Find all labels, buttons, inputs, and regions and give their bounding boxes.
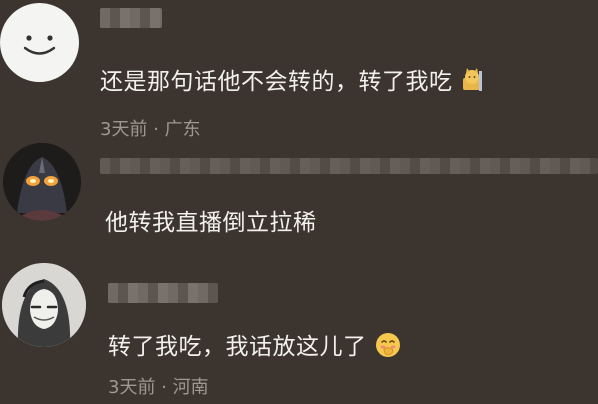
comment-location: 河南 (172, 377, 209, 398)
comment-text-content: 他转我直播倒立拉稀 (105, 210, 317, 236)
hand-over-mouth-emoji-icon (375, 332, 401, 364)
meta-separator: · (153, 119, 159, 140)
comment-text: 还是那句话他不会转的，转了我吃 (100, 62, 483, 98)
comment-location: 广东 (164, 119, 201, 140)
comment-text: 转了我吃，我话放这儿了 (108, 327, 401, 364)
comment-text: 他转我直播倒立拉稀 (105, 203, 317, 237)
meta-separator: · (161, 377, 167, 398)
username-blurred[interactable] (100, 158, 598, 174)
username-blurred[interactable] (100, 8, 162, 28)
comment-meta: 3天前 · 河南 (108, 373, 209, 399)
username-blurred[interactable] (108, 283, 218, 303)
cat-emoji-icon (461, 67, 483, 98)
hooded-figure-avatar-icon (2, 263, 86, 347)
comment-meta: 3天前 · 广东 (100, 115, 201, 141)
masked-hero-avatar-icon (3, 143, 81, 221)
avatar[interactable] (2, 263, 86, 347)
avatar[interactable] (0, 3, 79, 82)
smiley-face-icon (0, 3, 79, 82)
comment-time: 3天前 (108, 377, 156, 398)
comment-time: 3天前 (100, 119, 148, 140)
comment-text-content: 转了我吃，我话放这儿了 (108, 334, 367, 360)
comment-text-content: 还是那句话他不会转的，转了我吃 (100, 69, 453, 95)
avatar[interactable] (3, 143, 81, 221)
